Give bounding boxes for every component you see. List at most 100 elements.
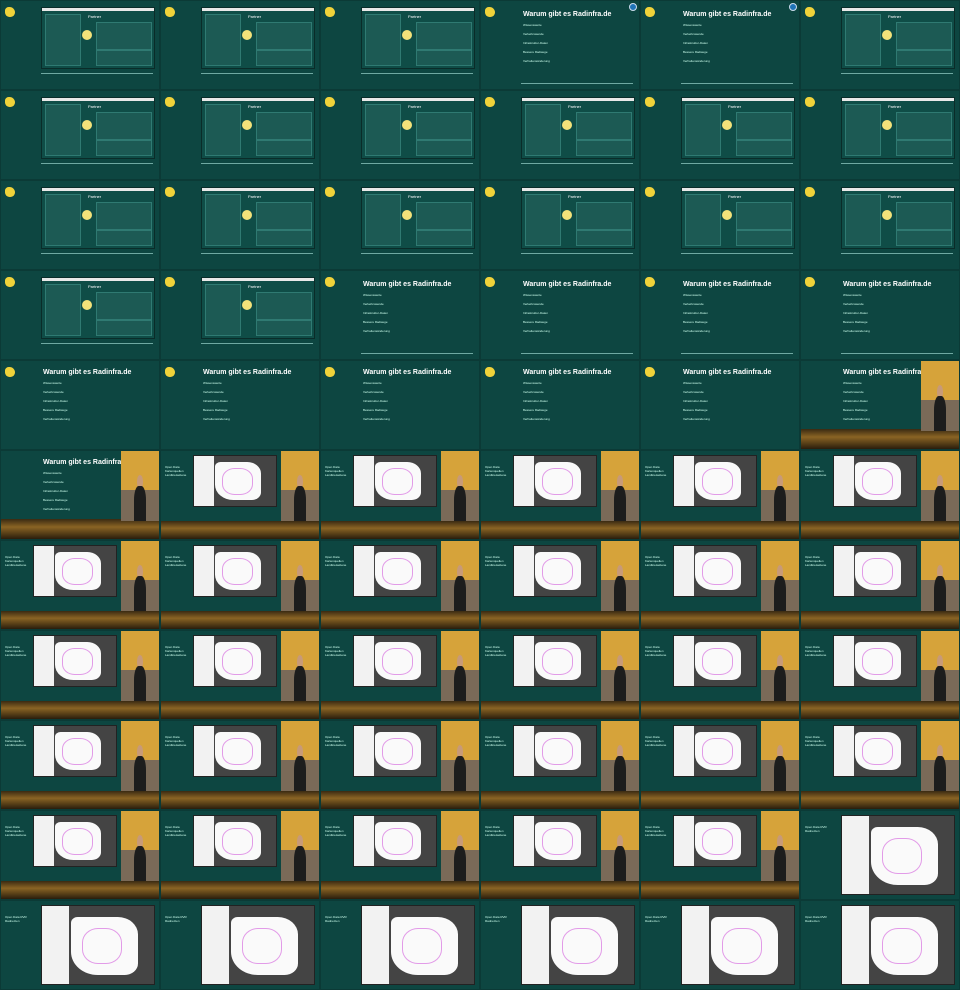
presenter xyxy=(134,756,146,791)
bee-logo-icon xyxy=(485,187,495,197)
partner-screenshot: Partner xyxy=(361,187,475,249)
map-caption: Open Data Kartenquellen Landkreisebene xyxy=(485,465,507,477)
webcam-feed xyxy=(601,451,639,521)
map-screenshot xyxy=(833,635,917,687)
map-screenshot xyxy=(193,545,277,597)
partner-heading: Partner xyxy=(408,14,422,19)
bulb-icon xyxy=(82,210,92,220)
flow-item-0: Wissenswerte xyxy=(523,23,542,27)
thumbnail-21: Warum gibt es Radinfra.de Wissenswerte Ver… xyxy=(321,271,479,359)
divider xyxy=(521,83,633,84)
map-sidebar xyxy=(514,636,534,686)
browser-bar xyxy=(842,8,954,11)
flow-item-2: Infrastruktur-Daten xyxy=(843,399,869,403)
presenter xyxy=(774,486,786,521)
field-photo xyxy=(481,521,639,539)
sidebar-panel xyxy=(205,104,241,156)
thumbnail-38: Open Data Kartenquellen Landkreisebene xyxy=(161,541,319,629)
flow-item-2: Infrastruktur-Daten xyxy=(683,311,709,315)
map-sidebar xyxy=(514,726,534,776)
map-caption: Open Data Kartenquellen Landkreisebene xyxy=(165,555,187,567)
sidebar-panel xyxy=(685,104,721,156)
webcam-feed xyxy=(601,721,639,791)
flow-item-0: Wissenswerte xyxy=(523,293,542,297)
info-panel-2 xyxy=(896,140,952,156)
map-screenshot xyxy=(513,815,597,867)
presenter xyxy=(614,666,626,701)
partner-heading: Partner xyxy=(408,194,422,199)
presenter xyxy=(454,576,466,611)
partner-screenshot: Partner xyxy=(41,277,155,339)
info-panel-2 xyxy=(896,50,952,66)
info-panel xyxy=(896,202,952,230)
thumbnail-52: Open Data Kartenquellen Landkreisebene xyxy=(481,721,639,809)
flow-item-2: Infrastruktur-Daten xyxy=(43,489,69,493)
flow-item-4: Verhaltensänderung xyxy=(363,417,390,421)
flow-item-4: Verhaltensänderung xyxy=(843,329,870,333)
webcam-feed xyxy=(921,451,959,521)
map-screenshot xyxy=(841,815,955,895)
info-panel xyxy=(416,202,472,230)
thumbnail-28: Warum gibt es Radinfra.de Wissenswerte Ver… xyxy=(481,361,639,449)
field-photo xyxy=(801,791,959,809)
map-sidebar xyxy=(194,816,214,866)
field-photo xyxy=(161,791,319,809)
sidebar-panel xyxy=(845,14,881,66)
presenter xyxy=(294,846,306,881)
map-sidebar xyxy=(674,636,694,686)
flow-item-3: Bessere Radwege xyxy=(683,50,708,54)
flow-item-3: Bessere Radwege xyxy=(683,408,708,412)
map-sidebar xyxy=(514,546,534,596)
divider xyxy=(201,73,313,74)
route-ring xyxy=(221,468,254,495)
map-caption: Open Data RVR Radnetzen xyxy=(805,915,827,923)
bee-logo-icon xyxy=(5,97,15,107)
info-panel xyxy=(96,202,152,230)
bulb-icon xyxy=(882,30,892,40)
flow-item-1: Verkehrswende xyxy=(683,390,704,394)
divider xyxy=(681,253,793,254)
thumbnail-22: Warum gibt es Radinfra.de Wissenswerte Ver… xyxy=(481,271,639,359)
map-screenshot xyxy=(673,545,757,597)
bulb-icon xyxy=(882,120,892,130)
bee-logo-icon xyxy=(805,187,815,197)
field-photo xyxy=(801,429,959,449)
info-panel xyxy=(96,22,152,50)
flow-item-1: Verkehrswende xyxy=(843,390,864,394)
field-photo xyxy=(161,881,319,899)
map-sidebar xyxy=(354,816,374,866)
webcam-feed xyxy=(921,361,959,431)
flow-item-2: Infrastruktur-Daten xyxy=(523,399,549,403)
webcam-feed xyxy=(761,721,799,791)
presenter xyxy=(934,576,946,611)
presenter xyxy=(774,846,786,881)
bee-logo-icon xyxy=(5,367,15,377)
info-panel-2 xyxy=(896,230,952,246)
thumbnail-35: Open Data Kartenquellen Landkreisebene xyxy=(641,451,799,539)
flow-item-4: Verhaltensänderung xyxy=(523,329,550,333)
browser-bar xyxy=(362,98,474,101)
map-caption: Open Data Kartenquellen Landkreisebene xyxy=(5,825,27,837)
webcam-feed xyxy=(121,721,159,791)
flow-item-4: Verhaltensänderung xyxy=(363,329,390,333)
divider xyxy=(361,73,473,74)
flow-item-4: Verhaltensänderung xyxy=(43,417,70,421)
bee-logo-icon xyxy=(645,97,655,107)
browser-bar xyxy=(522,98,634,101)
thumbnail-50: Open Data Kartenquellen Landkreisebene xyxy=(161,721,319,809)
flow-item-0: Wissenswerte xyxy=(683,293,702,297)
flow-item-0: Wissenswerte xyxy=(43,381,62,385)
bulb-icon xyxy=(562,120,572,130)
map-caption: Open Data RVR Radnetzen xyxy=(645,915,667,923)
flow-item-3: Bessere Radwege xyxy=(43,498,68,502)
field-photo xyxy=(321,521,479,539)
map-sidebar xyxy=(194,636,214,686)
route-ring xyxy=(701,738,734,765)
route-ring xyxy=(381,558,414,585)
flow-item-4: Verhaltensänderung xyxy=(43,507,70,511)
thumbnail-23: Warum gibt es Radinfra.de Wissenswerte Ver… xyxy=(641,271,799,359)
info-panel-2 xyxy=(96,230,152,246)
browser-bar xyxy=(842,98,954,101)
browser-bar xyxy=(202,8,314,11)
webcam-feed xyxy=(281,721,319,791)
